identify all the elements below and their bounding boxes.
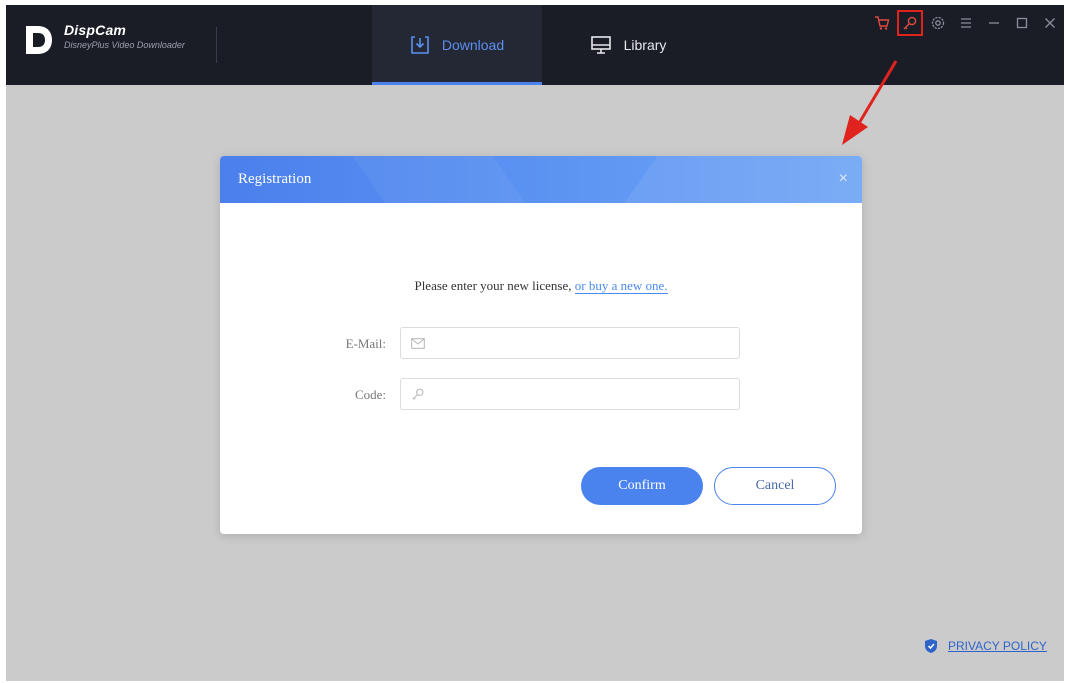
minimize-icon bbox=[989, 22, 999, 24]
dialog-title: Registration bbox=[238, 171, 312, 187]
envelope-icon bbox=[411, 335, 427, 351]
cart-icon bbox=[875, 16, 890, 30]
menu-icon bbox=[961, 18, 971, 28]
key-icon bbox=[903, 16, 917, 30]
close-button[interactable] bbox=[1039, 12, 1061, 34]
buy-license-link[interactable]: or buy a new one. bbox=[574, 278, 668, 294]
app-subtitle: DisneyPlus Video Downloader bbox=[64, 40, 185, 50]
gear-icon bbox=[931, 16, 945, 30]
window-toolbar bbox=[868, 5, 1064, 41]
minimize-button[interactable] bbox=[983, 12, 1005, 34]
prompt-text: Please enter your new license, bbox=[414, 278, 575, 293]
privacy-policy-label: PRIVACY POLICY bbox=[948, 639, 1047, 653]
tab-download[interactable]: Download bbox=[372, 5, 542, 85]
maximize-button[interactable] bbox=[1011, 12, 1033, 34]
app-name: DispCam bbox=[64, 22, 127, 38]
key-field-icon bbox=[411, 386, 427, 402]
cart-button[interactable] bbox=[871, 12, 893, 34]
email-input[interactable] bbox=[433, 329, 739, 357]
code-input[interactable] bbox=[433, 380, 739, 408]
shield-icon bbox=[925, 639, 937, 653]
title-divider bbox=[216, 27, 217, 63]
registration-dialog: Registration × Please enter your new lic… bbox=[220, 156, 862, 534]
tab-library-label: Library bbox=[623, 37, 667, 53]
code-label: Code: bbox=[354, 387, 386, 402]
license-prompt: Please enter your new license, or buy a … bbox=[220, 278, 862, 294]
tab-library[interactable]: Library bbox=[568, 5, 688, 85]
close-icon bbox=[1045, 18, 1055, 28]
app-window: DispCam DisneyPlus Video Downloader Down… bbox=[6, 5, 1064, 681]
dialog-header: Registration × bbox=[220, 156, 862, 203]
confirm-button[interactable]: Confirm bbox=[581, 467, 703, 505]
pointer-arrow bbox=[842, 60, 898, 145]
code-field[interactable] bbox=[400, 378, 740, 410]
tab-download-label: Download bbox=[441, 37, 505, 53]
privacy-policy-link[interactable]: PRIVACY POLICY bbox=[924, 638, 1047, 654]
register-button[interactable] bbox=[897, 10, 923, 36]
monitor-icon bbox=[590, 36, 611, 54]
download-icon bbox=[411, 36, 429, 54]
cancel-button[interactable]: Cancel bbox=[714, 467, 836, 505]
dispcam-logo bbox=[26, 26, 52, 54]
settings-button[interactable] bbox=[927, 12, 949, 34]
maximize-icon bbox=[1016, 17, 1028, 29]
email-field[interactable] bbox=[400, 327, 740, 359]
menu-button[interactable] bbox=[955, 12, 977, 34]
dialog-close-icon[interactable]: × bbox=[839, 170, 848, 188]
email-label: E-Mail: bbox=[345, 336, 386, 351]
